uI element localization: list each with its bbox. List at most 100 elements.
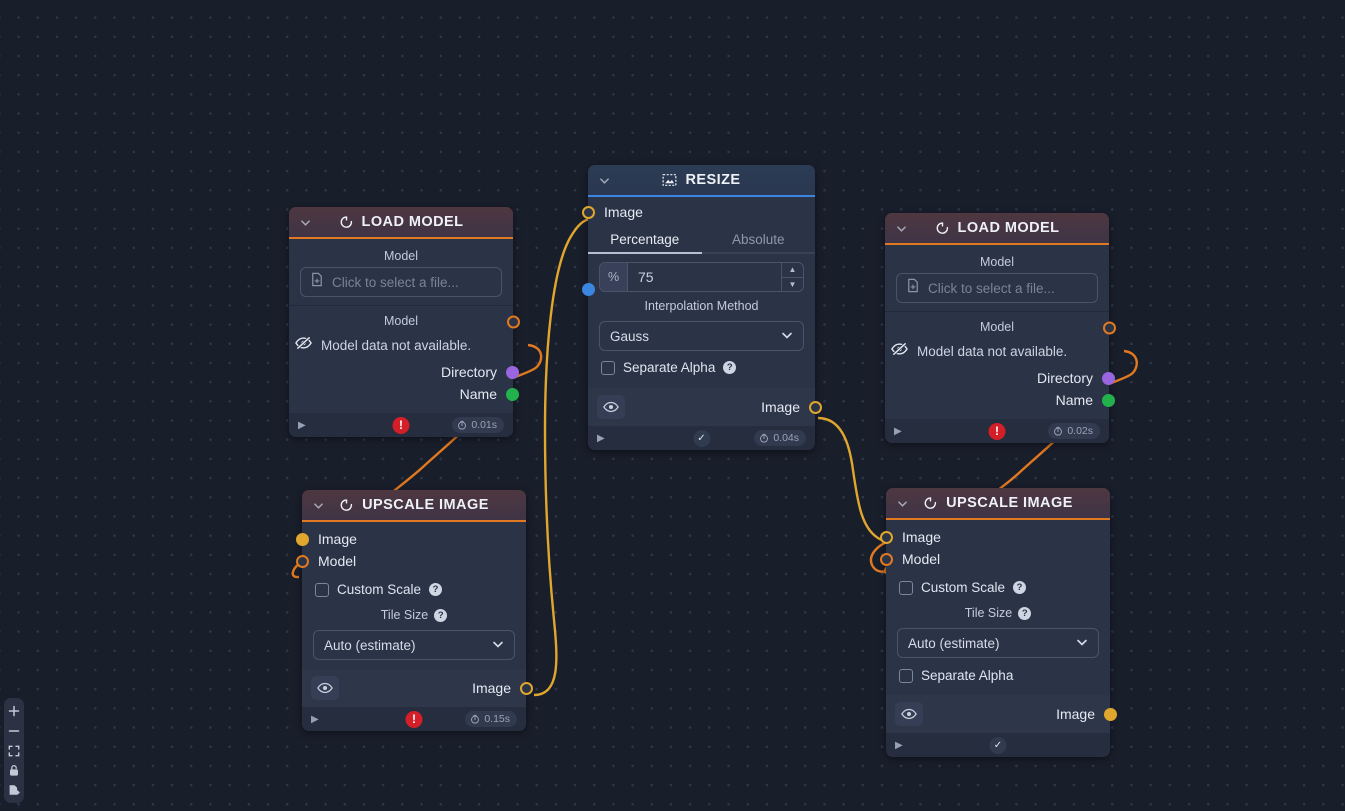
custom-scale-checkbox[interactable] bbox=[315, 582, 329, 597]
input-port-image[interactable] bbox=[296, 532, 309, 546]
node-header[interactable]: UPSCALE IMAGE bbox=[886, 488, 1110, 518]
chevron-down-icon[interactable] bbox=[298, 215, 312, 229]
separate-alpha-row[interactable]: Separate Alpha bbox=[897, 658, 1099, 688]
output-port-image[interactable] bbox=[1104, 707, 1117, 721]
percentage-unit-label: % bbox=[600, 263, 628, 291]
output-port-name[interactable] bbox=[506, 387, 519, 401]
play-icon[interactable]: ▶ bbox=[895, 740, 903, 751]
node-load-model-left[interactable]: LOAD MODEL Model Click to select a file.… bbox=[289, 207, 520, 437]
spinner-icon bbox=[935, 221, 950, 236]
node-upscale-image-left[interactable]: UPSCALE IMAGE Image Model Custom Scale ?… bbox=[296, 490, 533, 731]
preview-toggle-button[interactable] bbox=[895, 702, 923, 726]
timer-icon bbox=[471, 714, 480, 724]
eye-icon bbox=[317, 682, 333, 694]
input-port-percentage[interactable] bbox=[582, 283, 595, 296]
tile-size-label-row: Tile Size ? bbox=[897, 600, 1099, 624]
output-port-directory[interactable] bbox=[506, 365, 519, 379]
node-footer: ▶ ✓ 0.04s bbox=[588, 426, 815, 450]
tile-size-select[interactable]: Auto (estimate) bbox=[313, 630, 515, 660]
model-unavailable-text: Model data not available. bbox=[917, 344, 1068, 359]
node-title: LOAD MODEL bbox=[957, 220, 1060, 236]
lock-icon[interactable] bbox=[5, 762, 23, 779]
preview-toggle-button[interactable] bbox=[597, 395, 625, 419]
model-file-input[interactable]: Click to select a file... bbox=[896, 273, 1098, 303]
percentage-stepper[interactable]: ▲ ▼ bbox=[781, 263, 803, 291]
chevron-down-icon[interactable] bbox=[895, 496, 909, 510]
input-row-image: Image bbox=[880, 520, 1110, 548]
interpolation-select[interactable]: Gauss bbox=[599, 321, 804, 351]
node-upscale-image-right[interactable]: UPSCALE IMAGE Image Model Custom Scale ?… bbox=[880, 488, 1117, 757]
input-row-model: Model bbox=[296, 550, 526, 572]
custom-scale-row[interactable]: Custom Scale ? bbox=[897, 574, 1099, 600]
model-unavailable-text: Model data not available. bbox=[321, 338, 472, 353]
play-icon[interactable]: ▶ bbox=[597, 433, 605, 444]
input-row-image: Image bbox=[296, 522, 526, 550]
zoom-out-icon[interactable] bbox=[5, 722, 23, 739]
node-load-model-right[interactable]: LOAD MODEL Model Click to select a file.… bbox=[885, 213, 1116, 443]
caret-up-icon[interactable]: ▲ bbox=[782, 263, 803, 278]
execution-time-badge: 0.15s bbox=[465, 711, 517, 727]
chevron-down-icon[interactable] bbox=[597, 173, 611, 187]
caret-down-icon[interactable]: ▼ bbox=[782, 278, 803, 292]
model-field-label: Model bbox=[979, 255, 1015, 269]
output-row-name: Name bbox=[289, 383, 519, 405]
percentage-input[interactable]: % 75 ▲ ▼ bbox=[599, 262, 804, 292]
canvas-toolbar[interactable] bbox=[4, 698, 24, 803]
upscale-controls: Custom Scale ? Tile Size ? Auto (estimat… bbox=[886, 570, 1110, 695]
node-header[interactable]: LOAD MODEL bbox=[289, 207, 513, 237]
output-port-image[interactable] bbox=[520, 681, 533, 695]
node-header[interactable]: RESIZE bbox=[588, 165, 815, 195]
export-template-icon[interactable] bbox=[5, 782, 23, 799]
output-port-model[interactable] bbox=[1103, 321, 1116, 335]
node-editor-canvas[interactable]: LOAD MODEL Model Click to select a file.… bbox=[0, 0, 1345, 811]
model-file-input[interactable]: Click to select a file... bbox=[300, 267, 502, 297]
node-header[interactable]: LOAD MODEL bbox=[885, 213, 1109, 243]
output-port-directory[interactable] bbox=[1102, 371, 1115, 385]
tab-underline bbox=[588, 251, 702, 254]
tab-percentage[interactable]: Percentage bbox=[588, 226, 702, 254]
tile-size-label: Tile Size bbox=[380, 608, 429, 622]
output-port-model[interactable] bbox=[507, 315, 520, 329]
chevron-down-icon[interactable] bbox=[894, 221, 908, 235]
check-icon: ✓ bbox=[989, 736, 1007, 754]
play-icon[interactable]: ▶ bbox=[298, 420, 306, 431]
fit-to-screen-icon[interactable] bbox=[5, 742, 23, 759]
separate-alpha-checkbox[interactable] bbox=[899, 668, 913, 683]
model-field-section: Model Click to select a file... bbox=[289, 239, 513, 305]
resize-mode-tabs: Percentage Absolute bbox=[588, 226, 815, 254]
help-icon[interactable]: ? bbox=[723, 361, 737, 374]
model-unavailable-row: Model data not available. bbox=[289, 315, 520, 361]
custom-scale-row[interactable]: Custom Scale ? bbox=[313, 576, 515, 602]
input-label-image: Image bbox=[318, 531, 357, 547]
chevron-down-icon[interactable] bbox=[311, 498, 325, 512]
zoom-in-icon[interactable] bbox=[5, 702, 23, 719]
output-label-image: Image bbox=[761, 399, 800, 415]
tab-absolute[interactable]: Absolute bbox=[701, 226, 815, 254]
node-header[interactable]: UPSCALE IMAGE bbox=[302, 490, 526, 520]
spinner-icon bbox=[339, 215, 354, 230]
input-port-image[interactable] bbox=[880, 530, 893, 544]
output-port-name[interactable] bbox=[1102, 393, 1115, 407]
input-port-image[interactable] bbox=[582, 205, 595, 219]
file-add-icon bbox=[906, 278, 920, 298]
model-file-placeholder: Click to select a file... bbox=[332, 274, 459, 290]
custom-scale-checkbox[interactable] bbox=[899, 580, 913, 595]
separate-alpha-row[interactable]: Separate Alpha ? bbox=[599, 351, 804, 380]
node-body: Image Percentage Absolute % 75 ▲ ▼ Inter… bbox=[582, 197, 822, 426]
input-port-model[interactable] bbox=[296, 554, 309, 568]
execution-time-text: 0.01s bbox=[471, 419, 497, 431]
help-icon[interactable]: ? bbox=[434, 608, 448, 622]
play-icon[interactable]: ▶ bbox=[311, 714, 319, 725]
help-icon[interactable]: ? bbox=[429, 583, 443, 596]
output-port-image[interactable] bbox=[809, 400, 822, 414]
preview-toggle-button[interactable] bbox=[311, 676, 339, 700]
percentage-value[interactable]: 75 bbox=[628, 263, 781, 291]
separate-alpha-checkbox[interactable] bbox=[601, 360, 615, 375]
tile-size-select[interactable]: Auto (estimate) bbox=[897, 628, 1099, 658]
input-port-model[interactable] bbox=[880, 552, 893, 566]
node-resize[interactable]: RESIZE Image Percentage Absolute % 75 ▲ … bbox=[582, 165, 822, 450]
status-badge: ✓ bbox=[989, 736, 1007, 754]
play-icon[interactable]: ▶ bbox=[894, 426, 902, 437]
help-icon[interactable]: ? bbox=[1018, 606, 1032, 620]
help-icon[interactable]: ? bbox=[1013, 581, 1027, 594]
